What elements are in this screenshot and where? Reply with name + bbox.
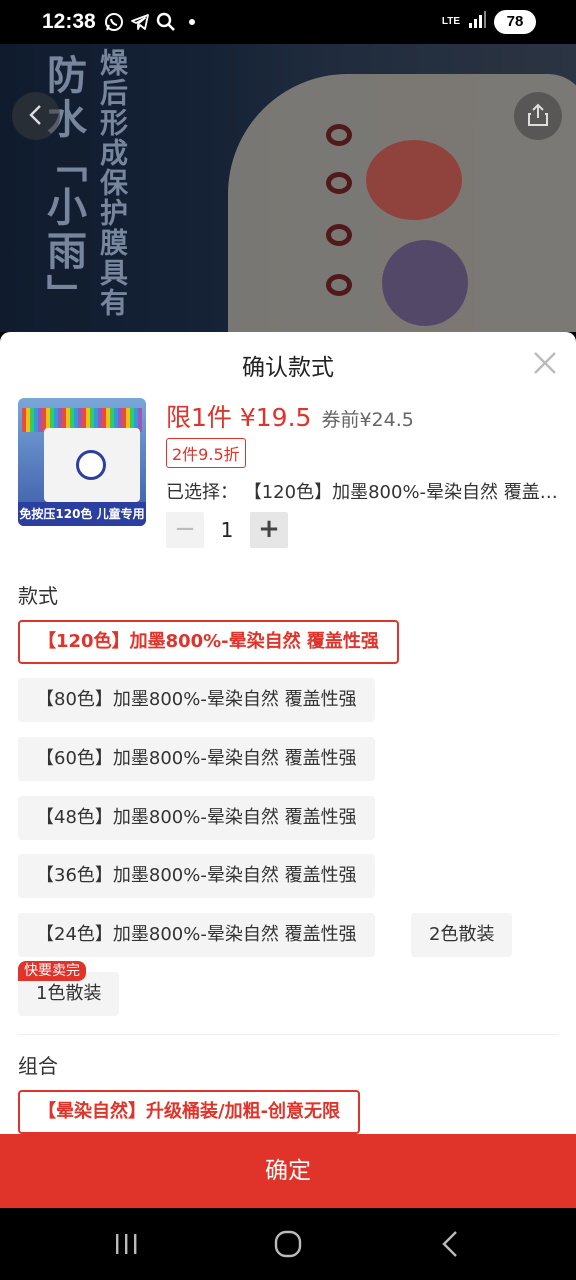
style-section-label: 款式 xyxy=(18,584,58,608)
quantity-stepper: − 1 + xyxy=(166,512,288,548)
dim-overlay xyxy=(0,44,576,332)
dot-icon xyxy=(182,12,202,32)
increase-button[interactable]: + xyxy=(250,512,288,548)
recent-apps-icon[interactable] xyxy=(106,1226,146,1262)
signal-icon xyxy=(468,11,486,33)
thumbnail-badge: 免按压120色 儿童专用 xyxy=(18,502,146,526)
decrease-button[interactable]: − xyxy=(166,512,204,548)
status-time: 12:38 xyxy=(42,10,96,33)
combo-option[interactable]: 【晕染自然】升级桶装/加粗-创意无限 xyxy=(18,1090,361,1134)
status-notification-icons xyxy=(104,12,202,32)
style-option[interactable]: 【24色】加墨800%-晕染自然 覆盖性强 xyxy=(18,913,375,957)
system-nav-bar xyxy=(0,1208,576,1280)
network-type: LTE xyxy=(441,16,460,27)
promo-tag: 2件9.5折 xyxy=(166,438,246,468)
style-option[interactable]: 【80色】加墨800%-晕染自然 覆盖性强 xyxy=(18,678,375,722)
battery-icon: 78 xyxy=(494,10,536,34)
status-bar: 12:38 LTE 78 xyxy=(0,0,576,44)
product-thumbnail[interactable]: 免按压120色 儿童专用 xyxy=(18,398,146,526)
search-icon xyxy=(156,12,176,32)
style-selector-sheet: 确认款式 免按压120色 儿童专用 限1件 ¥19.5 券前¥24.5 2件9.… xyxy=(0,332,576,1208)
product-hero-image: 防水「小雨」 燥后形成保护膜具有 xyxy=(0,44,576,332)
selected-summary: 已选择： 【120色】加墨800%-晕染自然 覆盖性强 xyxy=(166,478,558,504)
style-option[interactable]: 【48色】加墨800%-晕染自然 覆盖性强 xyxy=(18,796,375,840)
style-option[interactable]: 【120色】加墨800%-晕染自然 覆盖性强 xyxy=(18,620,399,664)
back-button[interactable] xyxy=(12,92,60,140)
share-icon xyxy=(525,102,551,135)
low-stock-tag: 快要卖完 xyxy=(18,961,86,981)
close-button[interactable] xyxy=(530,348,560,378)
price-row: 限1件 ¥19.5 券前¥24.5 xyxy=(166,398,414,434)
chevron-left-icon xyxy=(24,101,48,134)
home-icon[interactable] xyxy=(268,1226,308,1262)
selected-label: 已选择： xyxy=(166,482,238,503)
selected-value: 【120色】加墨800%-晕染自然 覆盖性强 xyxy=(243,482,558,503)
confirm-button[interactable]: 确定 xyxy=(0,1134,576,1208)
share-button[interactable] xyxy=(514,92,562,140)
divider xyxy=(18,1034,558,1035)
status-system-icons: LTE 78 xyxy=(442,10,536,34)
astronaut-icon xyxy=(76,450,106,480)
style-option[interactable]: 【60色】加墨800%-晕染自然 覆盖性强 xyxy=(18,737,375,781)
telegram-icon xyxy=(130,12,150,32)
sheet-title: 确认款式 xyxy=(242,355,334,381)
style-option[interactable]: 【36色】加墨800%-晕染自然 覆盖性强 xyxy=(18,854,375,898)
close-icon xyxy=(532,349,558,384)
back-icon[interactable] xyxy=(430,1226,470,1262)
current-price: 限1件 ¥19.5 xyxy=(166,403,312,432)
original-price: 券前¥24.5 xyxy=(321,409,414,431)
whatsapp-icon xyxy=(104,12,124,32)
style-option[interactable]: 2色散装 xyxy=(411,913,513,957)
combo-section-label: 组合 xyxy=(18,1054,58,1078)
quantity-value[interactable]: 1 xyxy=(204,518,250,542)
